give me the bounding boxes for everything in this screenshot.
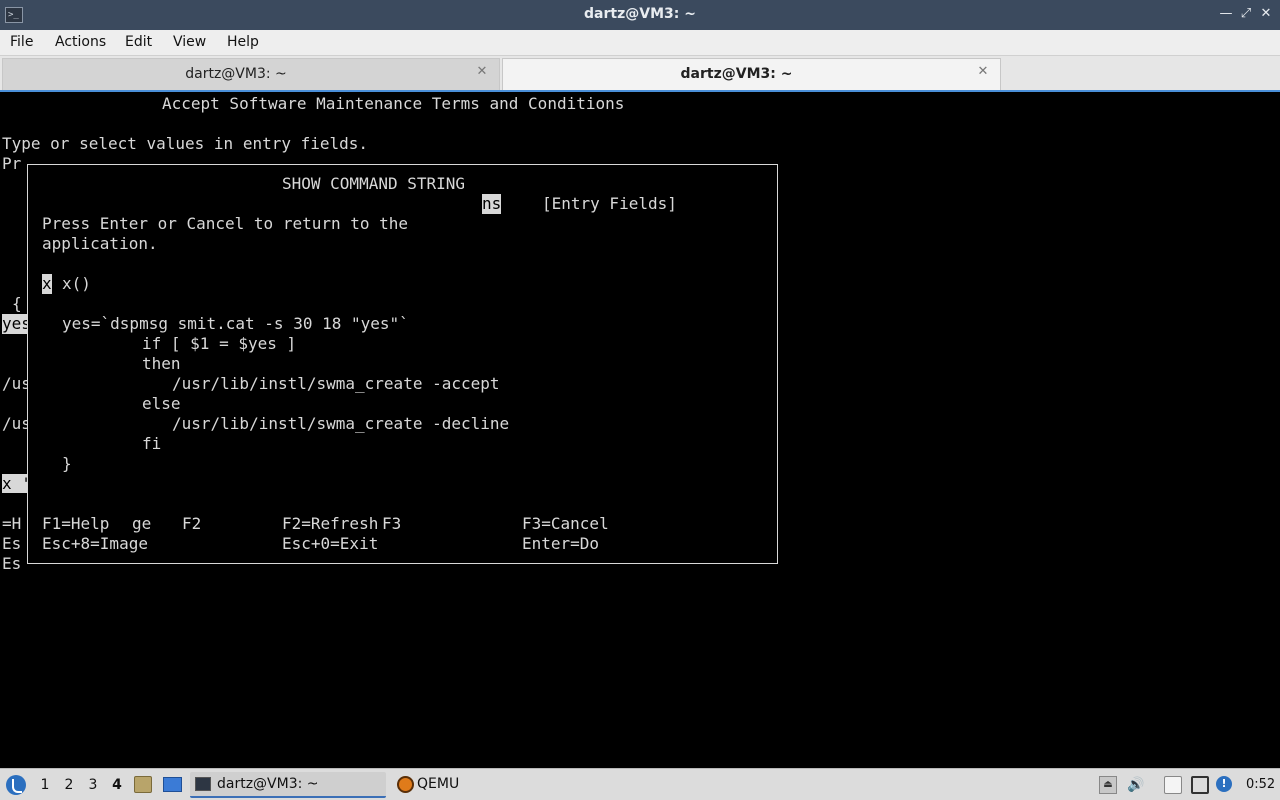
task-label: QEMU: [417, 776, 460, 792]
background-fragment: Es: [2, 554, 22, 573]
command-line: if [ $1 = $yes ]: [142, 334, 297, 353]
menu-edit[interactable]: Edit: [125, 34, 152, 50]
background-fragment: ge: [132, 514, 152, 533]
background-fragment: Pr: [2, 154, 22, 173]
workspace-4[interactable]: 4: [106, 769, 128, 800]
clock[interactable]: 0:52: [1246, 769, 1275, 800]
terminal-icon: [195, 777, 211, 791]
taskbar: 1 2 3 4 dartz@VM3: ~ QEMU ⏏ 🔊 ! 0:52: [0, 768, 1280, 800]
task-label: dartz@VM3: ~: [217, 776, 319, 792]
key-exit[interactable]: Esc+0=Exit: [282, 534, 378, 554]
menu-view[interactable]: View: [173, 34, 206, 50]
dialog-title: SHOW COMMAND STRING: [282, 174, 466, 193]
window-titlebar[interactable]: >_ dartz@VM3: ~ — ⤢ ✕: [0, 0, 1280, 30]
key-help[interactable]: F1=Help: [42, 514, 109, 534]
window-title: dartz@VM3: ~: [584, 6, 696, 22]
tab-close-icon[interactable]: ✕: [976, 65, 990, 79]
command-line: x(): [62, 274, 91, 293]
tab-terminal-2[interactable]: dartz@VM3: ~ ✕: [502, 58, 1001, 90]
command-line: /usr/lib/instl/swma_create -accept: [172, 374, 500, 393]
smit-instruction: Type or select values in entry fields.: [2, 134, 369, 153]
key-image[interactable]: Esc+8=Image: [42, 534, 148, 554]
key-do[interactable]: Enter=Do: [522, 534, 599, 554]
minimize-icon[interactable]: —: [1216, 4, 1236, 24]
background-fragment: {: [12, 294, 22, 313]
workspace-1[interactable]: 1: [34, 769, 56, 800]
tab-bar: dartz@VM3: ~ ✕ dartz@VM3: ~ ✕: [0, 56, 1280, 90]
command-line: then: [142, 354, 181, 373]
workspace-2[interactable]: 2: [58, 769, 80, 800]
background-fragment: ns: [482, 194, 502, 214]
background-fragment: F2: [182, 514, 202, 533]
workspace-3[interactable]: 3: [82, 769, 104, 800]
background-fragment: =H: [2, 514, 22, 533]
clipboard-icon[interactable]: [1164, 776, 1182, 794]
command-line: /usr/lib/instl/swma_create -decline: [172, 414, 510, 433]
tab-label: dartz@VM3: ~: [680, 66, 793, 82]
lubuntu-start-icon[interactable]: [6, 775, 26, 795]
smit-screen-title: Accept Software Maintenance Terms and Co…: [162, 94, 625, 113]
task-qemu[interactable]: QEMU: [392, 772, 512, 798]
cursor-highlight: x: [42, 274, 52, 294]
dialog-message: application.: [42, 234, 158, 253]
tab-close-icon[interactable]: ✕: [475, 65, 489, 79]
network-icon[interactable]: [1191, 776, 1209, 794]
tab-terminal-1[interactable]: dartz@VM3: ~ ✕: [2, 58, 500, 90]
key-cancel[interactable]: F3=Cancel: [522, 514, 609, 534]
menu-help[interactable]: Help: [227, 34, 259, 50]
command-line: yes=`dspmsg smit.cat -s 30 18 "yes"`: [62, 314, 409, 333]
tab-label: dartz@VM3: ~: [185, 66, 287, 82]
restore-icon[interactable]: ⤢: [1236, 4, 1256, 24]
task-terminal[interactable]: dartz@VM3: ~: [190, 772, 386, 798]
background-fragment: Es: [2, 534, 22, 553]
terminal-screen[interactable]: Accept Software Maintenance Terms and Co…: [0, 90, 1280, 766]
background-fragment: F3: [382, 514, 402, 533]
desktop-icon[interactable]: [163, 777, 182, 792]
close-icon[interactable]: ✕: [1256, 4, 1276, 24]
dialog-message: Press Enter or Cancel to return to the: [42, 214, 409, 233]
eject-icon[interactable]: ⏏: [1099, 776, 1117, 794]
qemu-icon: [397, 776, 414, 793]
command-line: fi: [142, 434, 162, 453]
update-notifier-icon[interactable]: !: [1216, 776, 1232, 792]
menu-bar: File Actions Edit View Help: [0, 30, 1280, 56]
entry-fields-label: [Entry Fields]: [542, 194, 677, 213]
menu-file[interactable]: File: [10, 34, 33, 50]
volume-icon[interactable]: 🔊: [1127, 776, 1145, 794]
command-line: }: [62, 454, 72, 473]
file-manager-icon[interactable]: [134, 776, 152, 793]
menu-actions[interactable]: Actions: [55, 34, 106, 50]
command-line: else: [142, 394, 181, 413]
key-refresh[interactable]: F2=Refresh: [282, 514, 378, 534]
